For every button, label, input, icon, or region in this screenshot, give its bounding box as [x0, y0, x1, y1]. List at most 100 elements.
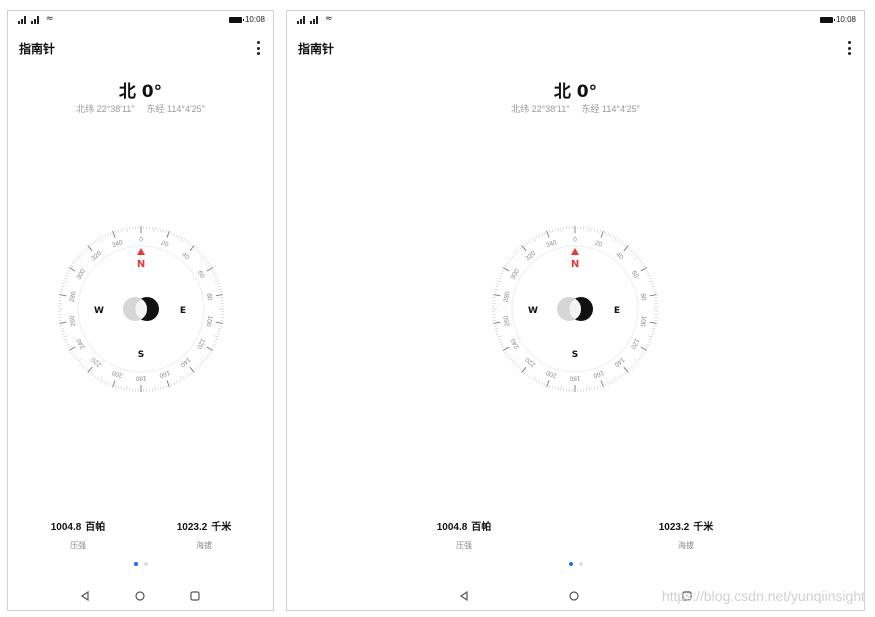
compass-tick — [162, 229, 165, 233]
compass-tick — [112, 230, 116, 238]
compass-degree-label: 280 — [503, 291, 512, 303]
page-indicator[interactable] — [287, 562, 864, 566]
compass-tick — [213, 275, 217, 277]
compass-tick — [79, 362, 82, 365]
back-triangle-icon[interactable] — [458, 590, 470, 602]
pressure-label: 压强 — [70, 541, 86, 550]
compass-tick — [501, 346, 505, 349]
compass-tick — [62, 280, 68, 283]
compass-tick — [624, 371, 627, 375]
compass-tick — [535, 235, 538, 239]
compass-tick — [200, 362, 203, 365]
compass-tick — [645, 269, 649, 272]
page-dot[interactable] — [568, 562, 573, 566]
altitude-label: 海拔 — [196, 541, 212, 550]
phone-screen-tablet: ≈ 10:08 指南针 北 0° 北纬 22°38′11″ 东经 114°4′25… — [286, 10, 865, 611]
compass-tick — [109, 231, 112, 235]
compass-tick — [59, 291, 63, 293]
pressure-reading: 1004.8 百帕 压强 — [23, 518, 133, 551]
recent-square-icon[interactable] — [189, 590, 201, 602]
compass-tick — [533, 236, 537, 242]
compass-tick — [92, 241, 95, 245]
compass-tick — [639, 260, 643, 263]
compass-tick — [623, 366, 629, 373]
compass-degree-label: 180 — [135, 375, 146, 382]
more-vertical-icon[interactable] — [845, 40, 853, 56]
more-vertical-icon[interactable] — [254, 40, 262, 56]
compass-tick — [178, 235, 181, 239]
compass-tick — [630, 366, 633, 369]
compass-tick — [81, 251, 84, 254]
compass-degree-label: 20 — [594, 240, 604, 249]
compass-degree-label: 200 — [545, 369, 558, 379]
compass-tick — [641, 353, 644, 356]
compass-tick — [493, 291, 497, 293]
compass-tick — [495, 333, 499, 335]
cardinal-east: E — [614, 306, 620, 316]
compass-tick — [511, 255, 516, 260]
longitude: 东经 114°4′25″ — [146, 104, 205, 114]
compass-tick — [123, 387, 125, 391]
compass-tick — [617, 238, 620, 242]
pressure-reading: 1004.8 百帕 压强 — [409, 518, 519, 551]
page-dot[interactable] — [133, 562, 138, 566]
compass-tick — [170, 383, 173, 387]
compass-tick — [619, 375, 622, 378]
compass-tick — [509, 257, 513, 260]
pressure-unit: 百帕 — [471, 522, 492, 533]
page-dot[interactable] — [578, 562, 583, 566]
compass-tick — [198, 251, 201, 254]
compass-tick — [628, 368, 631, 371]
compass-tick — [502, 346, 510, 351]
compass-tick — [123, 227, 125, 231]
compass-tick — [560, 227, 562, 233]
compass-tick — [215, 338, 219, 341]
compass-tick — [494, 288, 498, 290]
back-triangle-icon[interactable] — [79, 590, 91, 602]
compass-tick — [68, 346, 76, 351]
compass-tick — [61, 285, 65, 288]
compass-tick — [500, 272, 504, 275]
altitude-reading: 1023.2 千米 海拔 — [631, 518, 741, 551]
compass-tick — [72, 262, 75, 265]
compass-tick — [112, 380, 116, 388]
compass-tick — [628, 247, 631, 250]
wifi-icon: ≈ — [325, 14, 333, 24]
altitude-unit: 千米 — [693, 522, 714, 533]
compass-tick — [94, 240, 97, 243]
compass-tick — [554, 386, 556, 390]
compass-tick — [517, 366, 520, 369]
compass-tick — [87, 366, 93, 373]
compass-degree-label: 80 — [205, 293, 213, 302]
status-time: 10:08 — [835, 15, 856, 24]
compass-tick — [196, 366, 199, 369]
compass-degree-label: 340 — [111, 239, 124, 249]
battery-icon — [228, 16, 244, 23]
system-nav-bar — [8, 590, 273, 604]
compass-tick — [219, 325, 223, 327]
compass-tick — [68, 267, 76, 272]
cell-signal-icon — [31, 15, 41, 24]
compass-tick — [506, 353, 509, 356]
compass-tick — [189, 366, 195, 373]
compass-tick — [651, 330, 655, 333]
compass-tick — [495, 330, 499, 333]
home-circle-icon[interactable] — [134, 590, 146, 602]
compass-tick — [502, 267, 510, 272]
compass-tick — [515, 251, 518, 254]
compass-tick — [96, 376, 99, 380]
compass-tick — [596, 229, 599, 233]
compass-tick — [612, 379, 615, 383]
compass-tick — [621, 241, 624, 245]
compass-tick — [541, 233, 543, 237]
compass-tick — [217, 333, 221, 335]
altitude-value: 1023.2 — [658, 522, 690, 533]
page-indicator[interactable] — [8, 562, 273, 566]
coordinates: 北纬 22°38′11″ 东经 114°4′25″ — [8, 102, 273, 115]
page-dot[interactable] — [143, 562, 148, 566]
compass-tick — [65, 341, 69, 343]
home-circle-icon[interactable] — [568, 590, 580, 602]
compass-tick — [634, 358, 639, 363]
compass-tick — [604, 383, 607, 387]
compass-degree-label: 100 — [638, 315, 647, 327]
